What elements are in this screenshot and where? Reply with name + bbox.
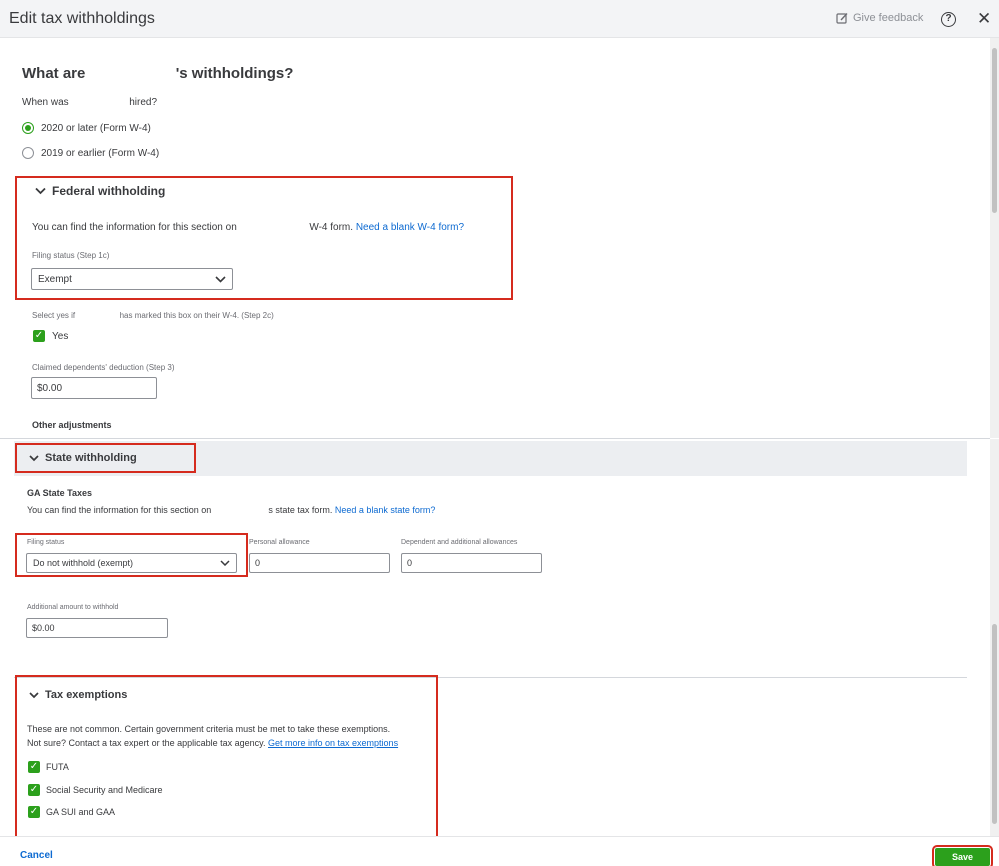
federal-section-toggle[interactable]: Federal withholding [35,184,165,198]
radio-selected[interactable] [22,122,34,134]
chevron-down-icon [29,691,39,698]
futa-label: FUTA [46,762,69,772]
exemptions-line2: Not sure? Contact a tax expert or the ap… [27,738,266,748]
dependents-label: Claimed dependents' deduction (Step 3) [32,363,175,372]
federal-info-suffix: W-4 form. [309,222,354,233]
give-feedback-button[interactable]: Give feedback [836,12,923,24]
step2c-checkbox[interactable]: ✓ Yes [33,330,68,342]
exemptions-more-info-link[interactable]: Get more info on tax exemptions [268,738,398,748]
chevron-down-icon [35,187,46,195]
radio-unselected[interactable] [22,147,34,159]
heading-prefix: What are [22,65,86,82]
federal-filing-label: Filing status (Step 1c) [32,251,110,260]
additional-amount-value: $0.00 [32,623,55,633]
exemptions-section-toggle[interactable]: Tax exemptions [29,689,127,701]
additional-amount-label: Additional amount to withhold [27,604,119,611]
section-divider [0,438,990,439]
radio-2019-or-earlier[interactable]: 2019 or earlier (Form W-4) [22,147,159,159]
state-filing-status-select[interactable]: Do not withhold (exempt) [26,553,237,573]
checkmark-icon[interactable]: ✓ [28,806,40,818]
federal-info-text: You can find the information for this se… [32,222,464,233]
futa-checkbox[interactable]: ✓ FUTA [28,761,69,773]
exemptions-line1: These are not common. Certain government… [27,724,391,734]
dependent-allowances-value: 0 [407,558,413,568]
state-info-text: You can find the information for this se… [27,505,435,515]
personal-allowance-label: Personal allowance [249,539,310,546]
exemptions-line2-wrap: Not sure? Contact a tax expert or the ap… [27,738,398,748]
select-yes-text: Select yes if has marked this box on the… [32,311,274,320]
ga-sui-gaa-checkbox[interactable]: ✓ GA SUI and GAA [28,806,115,818]
hired-prefix: When was [22,97,69,108]
social-security-medicare-label: Social Security and Medicare [46,785,163,795]
social-security-medicare-checkbox[interactable]: ✓ Social Security and Medicare [28,784,163,796]
state-subtitle: GA State Taxes [27,488,93,498]
dependents-deduction-input[interactable]: $0.00 [31,377,157,399]
modal-header: Edit tax withholdings Give feedback ? ✕ [0,0,999,38]
exemptions-section-title: Tax exemptions [45,689,128,701]
federal-filing-value: Exempt [38,273,72,285]
additional-amount-input[interactable]: $0.00 [26,618,168,638]
hired-suffix: hired? [129,97,158,108]
radio-label: 2019 or earlier (Form W-4) [41,147,160,159]
state-filing-value: Do not withhold (exempt) [33,558,134,568]
chevron-down-icon [29,454,39,461]
personal-allowance-value: 0 [255,558,261,568]
feedback-icon [836,13,848,24]
select-yes-prefix: Select yes if [32,311,76,320]
personal-allowance-input[interactable]: 0 [249,553,390,573]
state-info-suffix: s state tax form. [268,505,333,515]
save-button[interactable]: Save [932,845,993,866]
checkmark-icon[interactable]: ✓ [33,330,45,342]
close-icon[interactable]: ✕ [977,10,991,27]
dependent-allowances-input[interactable]: 0 [401,553,542,573]
state-section-title: State withholding [45,452,137,464]
dependents-value: $0.00 [37,382,63,394]
chevron-down-icon [215,275,226,283]
give-feedback-label: Give feedback [853,12,924,24]
federal-info-prefix: You can find the information for this se… [32,222,237,233]
hired-question: When was hired? [22,97,157,108]
ga-sui-gaa-label: GA SUI and GAA [46,807,116,817]
federal-section-title: Federal withholding [52,184,166,198]
blank-state-form-link[interactable]: Need a blank state form? [335,505,436,515]
yes-label: Yes [52,330,69,342]
help-icon[interactable]: ? [941,12,956,27]
modal-footer: Cancel Save [0,836,999,866]
federal-filing-status-select[interactable]: Exempt [31,268,233,290]
state-info-prefix: You can find the information for this se… [27,505,212,515]
upper-scrollbar-thumb[interactable] [992,48,997,213]
blank-w4-link[interactable]: Need a blank W-4 form? [356,222,464,233]
other-adjustments-heading: Other adjustments [32,420,112,430]
radio-2020-or-later[interactable]: 2020 or later (Form W-4) [22,122,151,134]
heading-suffix: 's withholdings? [175,65,294,82]
radio-label: 2020 or later (Form W-4) [41,122,151,134]
page-title: Edit tax withholdings [9,10,155,27]
cancel-button[interactable]: Cancel [20,850,53,861]
state-filing-label: Filing status [27,539,65,546]
checkmark-icon[interactable]: ✓ [28,761,40,773]
checkmark-icon[interactable]: ✓ [28,784,40,796]
withholdings-heading: What are 's withholdings? [22,65,293,82]
chevron-down-icon [220,560,230,566]
lower-scrollbar-thumb[interactable] [992,624,997,824]
state-section-toggle[interactable]: State withholding [29,452,137,464]
dependent-allowances-label: Dependent and additional allowances [401,539,518,546]
select-yes-suffix: has marked this box on their W-4. (Step … [119,311,274,320]
